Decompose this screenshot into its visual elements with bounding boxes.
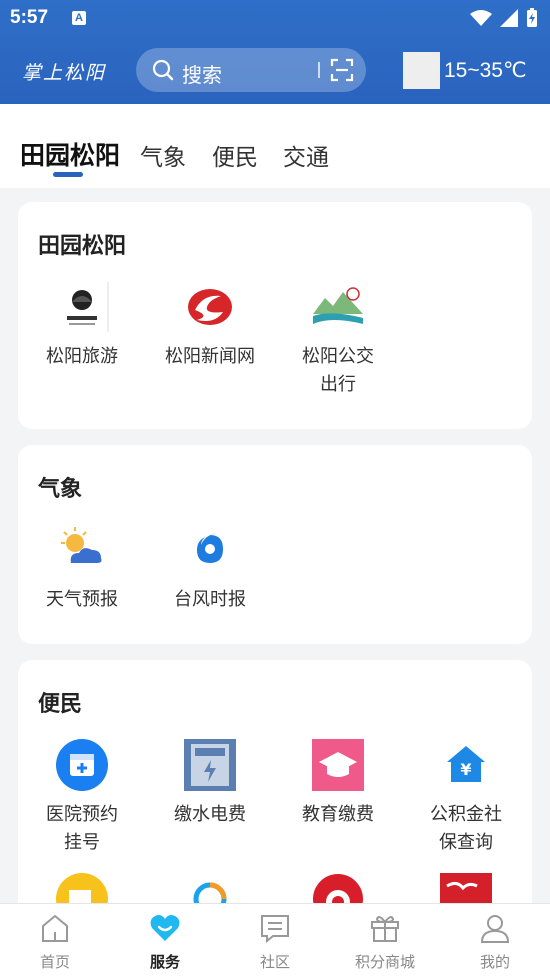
heart-icon <box>150 915 180 941</box>
nav-label: 服务 <box>149 954 180 971</box>
nav-community[interactable]: 社区 <box>220 904 330 979</box>
item-label: 松阳公交出行 <box>302 346 374 394</box>
item-label: 缴水电费 <box>174 804 246 824</box>
user-icon <box>480 915 510 943</box>
item-label: 松阳旅游 <box>46 346 118 366</box>
item-typhoon-report[interactable]: 台风时报 <box>146 523 274 613</box>
chat-icon <box>261 915 289 944</box>
section-title: 田园松阳 <box>38 233 127 258</box>
wifi-icon <box>470 10 492 26</box>
news-logo-icon <box>183 280 237 334</box>
item-hospital-appointment[interactable]: 医院预约挂号 <box>18 738 146 856</box>
search-icon <box>152 59 174 81</box>
notification-a-icon: A <box>72 11 86 25</box>
home-icon <box>42 914 68 942</box>
tab-jiaotong[interactable]: 交通 <box>283 138 329 172</box>
section-tianyuan: 田园松阳 松阳旅游 松阳新闻网 松阳公交出行 <box>18 202 532 429</box>
item-label: 台风时报 <box>174 589 246 609</box>
section-bianmin: 便民 医院预约挂号 缴水电费 教育缴费 ¥ 公积金社保查询 <box>18 660 532 925</box>
signal-icon <box>500 9 518 27</box>
item-weather-forecast[interactable]: 天气预报 <box>18 523 146 613</box>
item-housing-fund-query[interactable]: ¥ 公积金社保查询 <box>402 738 530 856</box>
nav-mine[interactable]: 我的 <box>440 904 550 979</box>
nav-label: 我的 <box>479 954 510 971</box>
tab-active-indicator <box>53 172 83 177</box>
category-tabs: 田园松阳 气象 便民 交通 <box>0 104 550 188</box>
tab-bianmin[interactable]: 便民 <box>212 138 258 172</box>
tab-qixiang[interactable]: 气象 <box>140 138 186 172</box>
nav-label: 社区 <box>259 954 290 971</box>
item-label: 医院预约挂号 <box>46 804 118 852</box>
item-education-fee[interactable]: 教育缴费 <box>274 738 402 828</box>
nav-home[interactable]: 首页 <box>0 904 110 979</box>
item-utility-bills[interactable]: 缴水电费 <box>146 738 274 828</box>
item-label: 松阳新闻网 <box>165 346 255 366</box>
top-bar: 掌上松阳 搜索 15~35℃ <box>0 48 550 94</box>
hospital-calendar-icon <box>55 738 109 792</box>
status-icons <box>470 8 538 28</box>
graduation-cap-icon <box>311 738 365 792</box>
status-time: 5:57 <box>10 7 49 28</box>
item-label: 公积金社保查询 <box>430 804 502 852</box>
app-header: 5:57 A 掌上松阳 搜索 15~35℃ <box>0 0 550 104</box>
section-title: 气象 <box>38 476 83 501</box>
section-title: 便民 <box>38 691 83 716</box>
scan-icon[interactable] <box>330 58 354 82</box>
section-qixiang: 气象 天气预报 台风时报 <box>18 445 532 644</box>
gift-icon <box>371 916 399 942</box>
search-divider <box>318 62 320 78</box>
status-bar: 5:57 A <box>0 0 550 36</box>
weather-forecast-icon <box>55 523 109 577</box>
housing-fund-icon: ¥ <box>439 738 493 792</box>
tourism-logo-icon <box>55 280 109 334</box>
battery-icon <box>527 8 537 27</box>
item-songyang-tourism[interactable]: 松阳旅游 <box>18 280 146 370</box>
nav-service[interactable]: 服务 <box>110 904 220 979</box>
app-logo: 掌上松阳 <box>22 62 107 84</box>
search-placeholder: 搜索 <box>182 65 222 87</box>
typhoon-icon <box>183 523 237 577</box>
nav-label: 积分商城 <box>354 954 415 971</box>
utility-meter-icon <box>183 738 237 792</box>
item-songyang-news[interactable]: 松阳新闻网 <box>146 280 274 370</box>
search-bar[interactable]: 搜索 <box>136 48 366 92</box>
item-songyang-bus[interactable]: 松阳公交出行 <box>274 280 402 398</box>
temperature-range: 15~35℃ <box>444 59 527 82</box>
weather-icon[interactable] <box>403 52 440 89</box>
bottom-navigation: 首页 服务 社区 积分商城 我的 <box>0 903 550 979</box>
item-label: 教育缴费 <box>302 804 374 824</box>
item-label: 天气预报 <box>46 589 118 609</box>
bus-logo-icon <box>311 280 365 334</box>
svg-text:¥: ¥ <box>460 760 471 779</box>
nav-label: 首页 <box>39 954 70 971</box>
tab-tianyuan[interactable]: 田园松阳 <box>20 136 120 172</box>
nav-points-mall[interactable]: 积分商城 <box>330 904 440 979</box>
